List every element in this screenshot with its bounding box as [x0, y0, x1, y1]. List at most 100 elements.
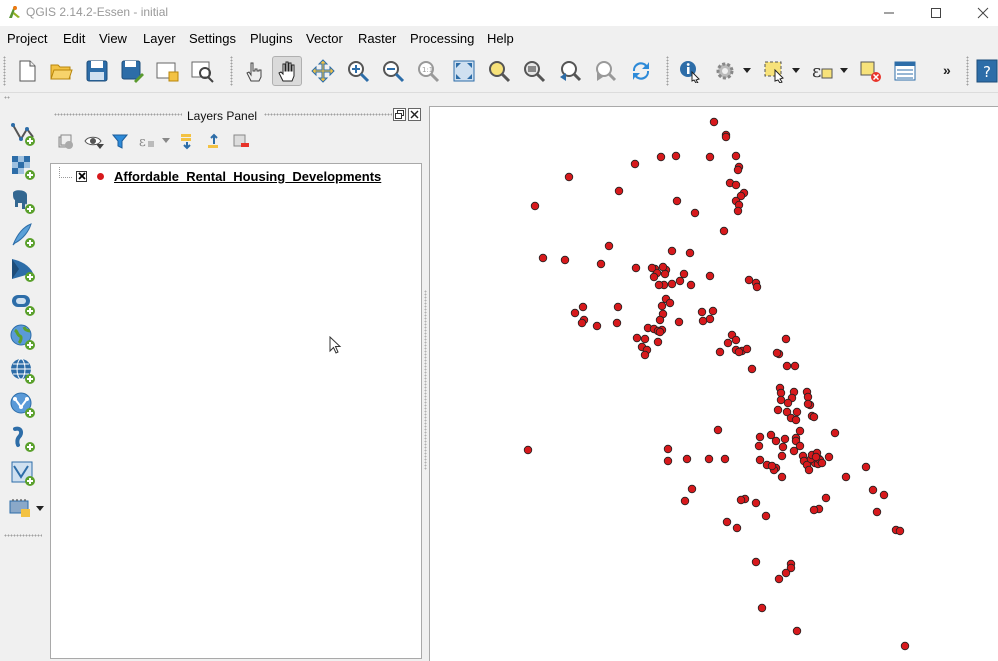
- zoom-next-button[interactable]: [590, 56, 620, 86]
- map-point-feature[interactable]: [731, 151, 741, 161]
- toolbar-overflow-button[interactable]: »: [943, 62, 951, 78]
- menu-plugins[interactable]: Plugins: [249, 31, 294, 46]
- map-point-feature[interactable]: [774, 574, 784, 584]
- map-point-feature[interactable]: [577, 318, 587, 328]
- identify-features-button[interactable]: [675, 56, 705, 86]
- menu-raster[interactable]: Raster: [357, 31, 397, 46]
- map-point-feature[interactable]: [704, 454, 714, 464]
- map-point-feature[interactable]: [804, 465, 814, 475]
- remove-layer-button[interactable]: [230, 130, 252, 152]
- map-point-feature[interactable]: [772, 348, 782, 358]
- map-point-feature[interactable]: [803, 399, 813, 409]
- map-point-feature[interactable]: [671, 151, 681, 161]
- add-layer-misc-button[interactable]: [6, 492, 36, 522]
- map-point-feature[interactable]: [640, 334, 650, 344]
- map-point-feature[interactable]: [613, 302, 623, 312]
- panel-splitter[interactable]: [424, 290, 427, 470]
- add-mssql-layer-button[interactable]: [8, 254, 38, 284]
- menu-settings[interactable]: Settings: [188, 31, 237, 46]
- save-project-button[interactable]: [82, 56, 112, 86]
- toolbar-grip[interactable]: [230, 56, 233, 86]
- map-point-feature[interactable]: [755, 432, 765, 442]
- map-point-feature[interactable]: [655, 327, 665, 337]
- select-by-expression-button[interactable]: ε: [807, 56, 837, 86]
- map-point-feature[interactable]: [720, 454, 730, 464]
- map-point-feature[interactable]: [663, 456, 673, 466]
- expression-filter-dropdown-icon[interactable]: [162, 138, 170, 143]
- add-vector-layer-button[interactable]: [8, 118, 38, 148]
- zoom-out-button[interactable]: [378, 56, 408, 86]
- menu-edit[interactable]: Edit: [62, 31, 86, 46]
- map-point-feature[interactable]: [722, 517, 732, 527]
- add-postgis-layer-button[interactable]: [8, 186, 38, 216]
- map-point-feature[interactable]: [708, 306, 718, 316]
- map-point-feature[interactable]: [723, 338, 733, 348]
- map-point-feature[interactable]: [776, 388, 786, 398]
- map-point-feature[interactable]: [705, 152, 715, 162]
- map-point-feature[interactable]: [690, 208, 700, 218]
- filter-by-expression-button[interactable]: ε: [136, 130, 158, 152]
- map-point-feature[interactable]: [731, 180, 741, 190]
- map-point-feature[interactable]: [698, 316, 708, 326]
- zoom-to-selection-button[interactable]: [484, 56, 514, 86]
- map-point-feature[interactable]: [755, 455, 765, 465]
- menu-help[interactable]: Help: [486, 31, 515, 46]
- add-layer-misc-dropdown-icon[interactable]: [36, 506, 44, 511]
- map-point-feature[interactable]: [614, 186, 624, 196]
- map-point-feature[interactable]: [647, 263, 657, 273]
- map-point-feature[interactable]: [792, 407, 802, 417]
- add-delimited-text-layer-button[interactable]: [8, 424, 38, 454]
- map-point-feature[interactable]: [809, 505, 819, 515]
- map-point-feature[interactable]: [578, 302, 588, 312]
- select-features-button[interactable]: [759, 56, 789, 86]
- map-point-feature[interactable]: [744, 275, 754, 285]
- map-point-feature[interactable]: [697, 307, 707, 317]
- map-point-feature[interactable]: [705, 271, 715, 281]
- zoom-to-layer-button[interactable]: [519, 56, 549, 86]
- minimize-button[interactable]: [866, 0, 912, 26]
- map-canvas[interactable]: [429, 106, 998, 661]
- map-point-feature[interactable]: [777, 451, 787, 461]
- map-point-feature[interactable]: [821, 493, 831, 503]
- deselect-all-button[interactable]: [855, 56, 885, 86]
- map-point-feature[interactable]: [596, 259, 606, 269]
- zoom-actual-size-button[interactable]: 1:1: [413, 56, 443, 86]
- panel-close-button[interactable]: [408, 108, 421, 121]
- map-point-feature[interactable]: [656, 152, 666, 162]
- map-point-feature[interactable]: [781, 334, 791, 344]
- map-point-feature[interactable]: [780, 434, 790, 444]
- map-themes-dropdown-icon[interactable]: [96, 144, 104, 149]
- map-point-feature[interactable]: [631, 263, 641, 273]
- map-point-feature[interactable]: [733, 206, 743, 216]
- map-point-feature[interactable]: [709, 117, 719, 127]
- toolbar-grip[interactable]: [966, 56, 969, 86]
- map-point-feature[interactable]: [777, 472, 787, 482]
- map-point-feature[interactable]: [736, 495, 746, 505]
- map-point-feature[interactable]: [830, 428, 840, 438]
- menu-project[interactable]: Project: [6, 31, 48, 46]
- map-point-feature[interactable]: [781, 568, 791, 578]
- toolbar-grip[interactable]: [4, 96, 10, 99]
- toolbar-grip[interactable]: [666, 56, 669, 86]
- layer-tree[interactable]: Affordable_Rental_Housing_Developments: [50, 163, 422, 659]
- menu-vector[interactable]: Vector: [305, 31, 344, 46]
- menu-processing[interactable]: Processing: [409, 31, 475, 46]
- map-point-feature[interactable]: [715, 347, 725, 357]
- map-point-feature[interactable]: [672, 196, 682, 206]
- map-point-feature[interactable]: [751, 557, 761, 567]
- map-point-feature[interactable]: [640, 350, 650, 360]
- map-point-feature[interactable]: [754, 441, 764, 451]
- map-point-feature[interactable]: [674, 317, 684, 327]
- map-point-feature[interactable]: [872, 507, 882, 517]
- map-point-feature[interactable]: [776, 395, 786, 405]
- map-point-feature[interactable]: [900, 641, 910, 651]
- map-point-feature[interactable]: [630, 159, 640, 169]
- map-point-feature[interactable]: [721, 132, 731, 142]
- map-point-feature[interactable]: [665, 298, 675, 308]
- pan-to-selection-button[interactable]: [308, 56, 338, 86]
- zoom-last-button[interactable]: [555, 56, 585, 86]
- map-point-feature[interactable]: [761, 511, 771, 521]
- map-point-feature[interactable]: [751, 498, 761, 508]
- map-point-feature[interactable]: [570, 308, 580, 318]
- map-point-feature[interactable]: [868, 485, 878, 495]
